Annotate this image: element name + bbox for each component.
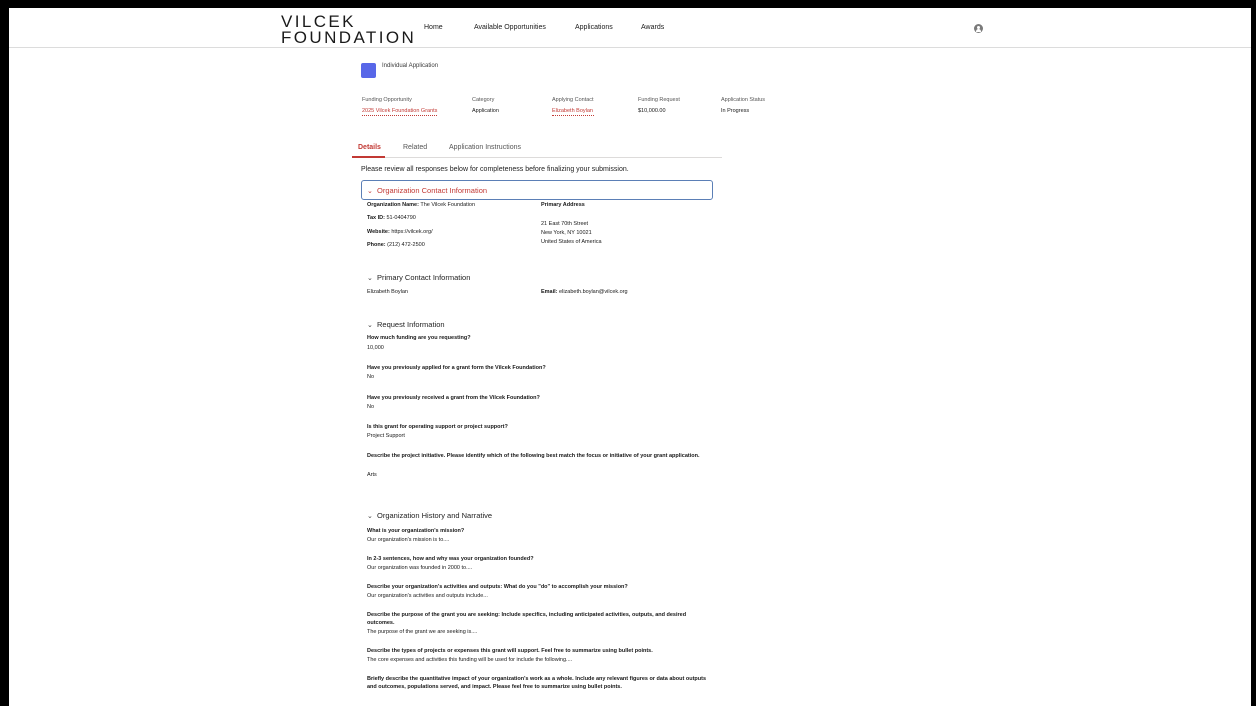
field-value: $10,000.00 (638, 108, 666, 114)
vilcek-foundation-logo[interactable]: VILCEK FOUNDATION (281, 13, 417, 47)
field-label: Tax ID: (367, 215, 385, 221)
user-avatar-icon[interactable] (974, 24, 983, 33)
question-label: Is this grant for operating support or p… (367, 424, 508, 430)
tab-details[interactable]: Details (358, 144, 381, 151)
section-title: Organization Contact Information (377, 186, 488, 195)
website-row: Website: https://vilcek.org/ (367, 229, 433, 235)
record-type-title: Individual Application (382, 63, 439, 69)
section-title: Organization History and Narrative (377, 511, 493, 520)
field-label: Application Status (721, 97, 766, 103)
answer-value: 10,000 (367, 345, 384, 351)
review-instructions: Please review all responses below for co… (361, 166, 629, 173)
address-line: United States of America (541, 239, 602, 245)
record-tabs: Details Related Application Instructions (352, 141, 722, 158)
section-title: Request Information (377, 320, 445, 329)
question-label: Briefly describe the quantitative impact… (367, 676, 707, 690)
field-label: Organization Name: (367, 202, 419, 208)
answer-value: The core expenses and activities this fu… (367, 657, 573, 663)
field-label: Applying Contact (552, 97, 594, 103)
question-label: Describe the types of projects or expens… (367, 648, 653, 654)
tab-application-instructions[interactable]: Application Instructions (449, 144, 521, 151)
field-funding-opportunity: Funding Opportunity 2025 Vilcek Foundati… (362, 97, 438, 116)
primary-contact-email-row: Email: elizabeth.boylan@vilcek.org (541, 289, 628, 295)
question-label: How much funding are you requesting? (367, 335, 471, 341)
address-line: 21 East 70th Street (541, 221, 589, 227)
tax-id-row: Tax ID: 51-0404790 (367, 215, 416, 221)
section-primary-contact[interactable]: ⌄ Primary Contact Information (367, 273, 470, 282)
question-label: Have you previously applied for a grant … (367, 365, 546, 371)
field-value: elizabeth.boylan@vilcek.org (559, 289, 628, 295)
field-value: Application (472, 108, 499, 114)
question-label: Have you previously received a grant fro… (367, 395, 540, 401)
top-navigation-bar: VILCEK FOUNDATION Home Available Opportu… (9, 8, 1251, 48)
answer-value: The purpose of the grant we are seeking … (367, 629, 478, 635)
primary-address-label: Primary Address (541, 202, 585, 208)
field-value: https://vilcek.org/ (391, 229, 433, 235)
answer-value: Project Support (367, 433, 405, 439)
logo-line-2: FOUNDATION (281, 28, 417, 47)
answer-value: Our organization's activities and output… (367, 593, 488, 599)
nav-applications[interactable]: Applications (575, 24, 613, 31)
org-name-row: Organization Name: The Vilcek Foundation (367, 202, 475, 208)
question-label: Describe the purpose of the grant you ar… (367, 612, 687, 626)
field-value: 51-0404790 (386, 215, 416, 221)
app-frame: VILCEK FOUNDATION Home Available Opportu… (9, 8, 1251, 706)
field-value: (212) 472-2500 (387, 242, 425, 248)
applying-contact-link[interactable]: Elizabeth Boylan (552, 108, 594, 116)
field-label: Funding Request (638, 97, 680, 103)
tab-related[interactable]: Related (403, 144, 427, 151)
section-organization-history[interactable]: ⌄ Organization History and Narrative (367, 511, 492, 520)
field-label: Email: (541, 289, 558, 295)
question-label: Describe your organization's activities … (367, 584, 628, 590)
field-value: The Vilcek Foundation (420, 202, 476, 208)
answer-value: Our organization was founded in 2000 to.… (367, 565, 473, 571)
field-application-status: Application Status In Progress (721, 97, 765, 114)
field-applying-contact: Applying Contact Elizabeth Boylan (552, 97, 594, 116)
funding-opportunity-link[interactable]: 2025 Vilcek Foundation Grants (362, 108, 438, 116)
question-label: What is your organization's mission? (367, 528, 465, 534)
question-label: Describe the project initiative. Please … (367, 453, 700, 459)
question-label: In 2-3 sentences, how and why was your o… (367, 556, 534, 562)
nav-available-opportunities[interactable]: Available Opportunities (474, 24, 546, 31)
chevron-down-icon: ⌄ (367, 513, 373, 520)
section-title: Primary Contact Information (377, 273, 471, 282)
phone-row: Phone: (212) 472-2500 (367, 242, 425, 248)
field-funding-request: Funding Request $10,000.00 (638, 97, 680, 114)
nav-home[interactable]: Home (424, 24, 443, 31)
answer-value: No (367, 374, 375, 380)
primary-contact-name: Elizabeth Boylan (367, 289, 408, 295)
field-label: Funding Opportunity (362, 97, 412, 103)
field-label: Website: (367, 229, 390, 235)
section-organization-contact[interactable]: ⌄ Organization Contact Information (361, 180, 713, 200)
nav-awards[interactable]: Awards (641, 24, 664, 31)
chevron-down-icon: ⌄ (367, 322, 373, 329)
answer-value: No (367, 404, 375, 410)
application-record-icon (361, 63, 376, 78)
answer-value: Our organization's mission is to.... (367, 537, 450, 543)
answer-value: Arts (367, 472, 377, 478)
field-label: Category (472, 97, 495, 103)
chevron-down-icon: ⌄ (367, 188, 373, 195)
field-category: Category Application (472, 97, 499, 114)
section-request-information[interactable]: ⌄ Request Information (367, 320, 445, 329)
chevron-down-icon: ⌄ (367, 275, 373, 282)
field-label: Phone: (367, 242, 386, 248)
field-value: In Progress (721, 108, 750, 114)
address-line: New York, NY 10021 (541, 230, 592, 236)
active-tab-indicator (352, 156, 385, 158)
